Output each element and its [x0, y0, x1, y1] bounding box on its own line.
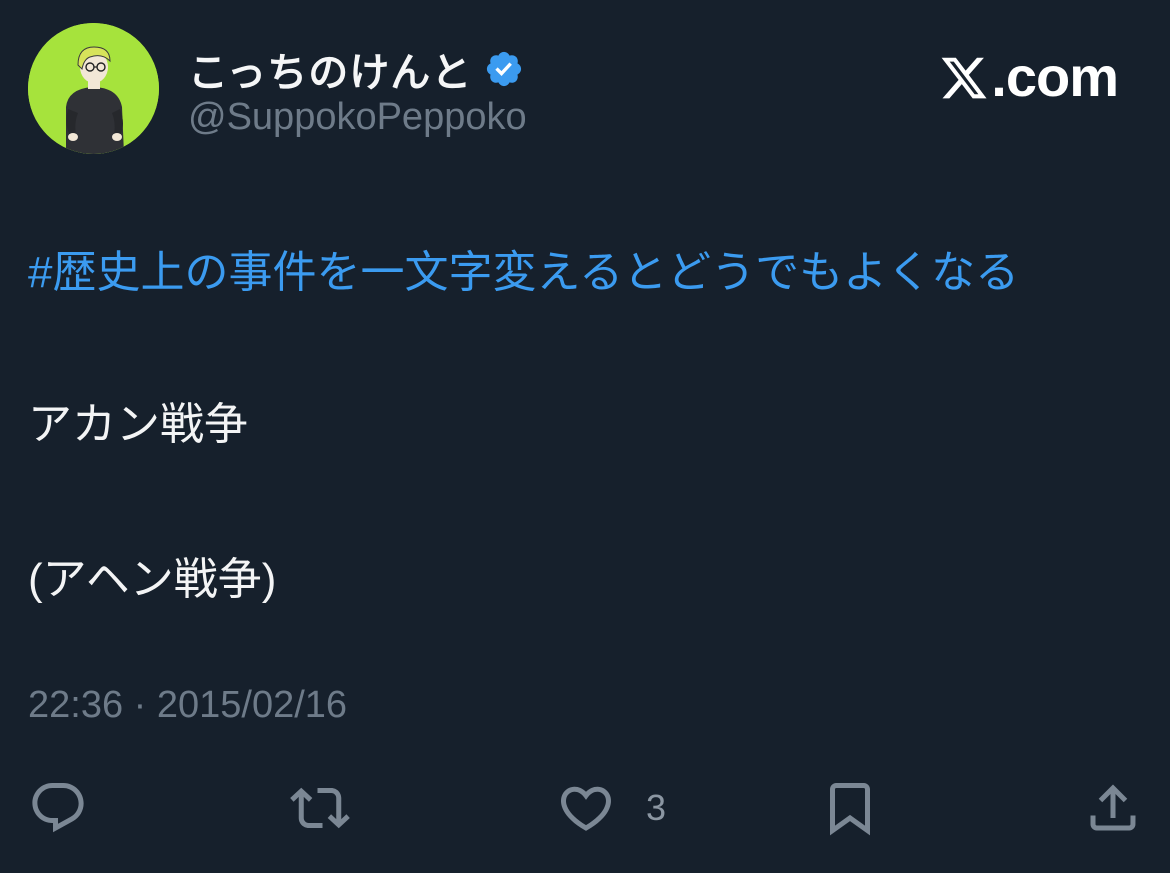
reply-icon — [32, 783, 84, 833]
brand-domain-text: .com — [991, 45, 1119, 108]
author-name-row: こっちのけんと — [188, 40, 524, 98]
bookmark-button[interactable] — [820, 776, 880, 840]
like-count: 3 — [646, 787, 667, 828]
retweet-icon — [290, 787, 350, 829]
reply-button[interactable] — [28, 776, 88, 840]
heart-icon — [560, 786, 612, 831]
hashtag-link[interactable]: #歴史上の事件を一文字変えるとどうでもよくなる — [28, 236, 1019, 300]
tweet-text-line-1: アカン戦争 — [28, 400, 248, 449]
retweet-button[interactable] — [290, 776, 350, 840]
tweet-timestamp[interactable]: 22:36 · 2015/02/16 — [28, 684, 347, 727]
x-brand: .com — [939, 44, 1119, 109]
bookmark-icon — [830, 783, 870, 836]
author-handle[interactable]: @SuppokoPeppoko — [188, 96, 527, 139]
like-button[interactable]: 3 — [556, 776, 666, 840]
share-button[interactable] — [1083, 776, 1143, 840]
x-logo-icon — [941, 57, 987, 98]
verified-badge-icon — [487, 51, 522, 87]
author-display-name[interactable]: こっちのけんと — [188, 40, 472, 98]
tweet-text-line-2: (アヘン戦争) — [28, 555, 277, 604]
tweet-card: こっちのけんと @SuppokoPeppoko .com #歴史上の事件を一文字… — [0, 0, 1170, 873]
avatar-illustration-icon — [28, 23, 159, 154]
avatar[interactable] — [28, 23, 159, 154]
share-icon — [1090, 784, 1136, 831]
